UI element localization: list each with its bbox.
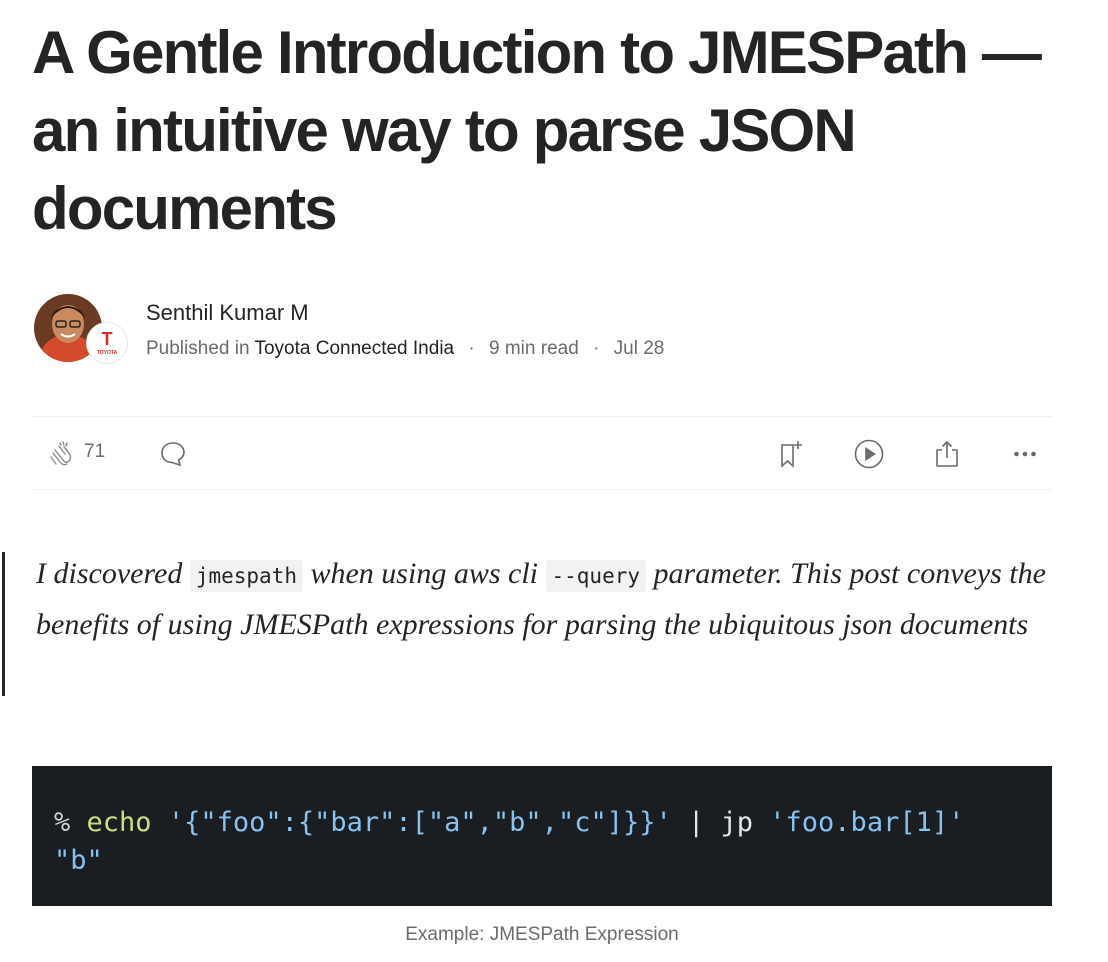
listen-play-icon[interactable] [852, 437, 886, 471]
clap-icon[interactable] [44, 437, 78, 471]
quote-text: I discovered jmespath when using aws cli… [36, 550, 1056, 649]
quote-text-segment: when using aws cli [302, 557, 546, 590]
publication-logo[interactable]: T TOYOTA [86, 322, 128, 364]
code-query-argument: 'foo.bar[1]' [769, 807, 965, 838]
author-name[interactable]: Senthil Kumar M [146, 300, 309, 326]
meta-separator: · [593, 338, 600, 359]
figure-caption: Example: JMESPath Expression [405, 924, 679, 945]
code-line-output: "b" [54, 842, 103, 880]
article-action-bar: 71 [32, 416, 1052, 490]
code-json-argument: '{"foo":{"bar":["a","b","c"]}}' [167, 807, 672, 838]
inline-code-jmespath: jmespath [189, 560, 303, 592]
share-icon[interactable] [930, 437, 964, 471]
publication-logo-text: TOYOTA [97, 350, 118, 356]
pull-quote: I discovered jmespath when using aws cli… [0, 552, 1060, 696]
author-byline: T TOYOTA Senthil Kumar M Published in To… [34, 294, 734, 364]
meta-separator: · [468, 338, 475, 359]
code-pipe: | jp [671, 807, 770, 838]
publication-logo-letter: T [102, 329, 113, 349]
read-time: 9 min read [489, 338, 579, 359]
clap-count: 71 [84, 441, 106, 462]
code-line-command: % echo '{"foo":{"bar":["a","b","c"]}}' |… [54, 804, 964, 842]
code-command: echo [86, 807, 152, 838]
code-output: "b" [54, 845, 103, 876]
code-prompt: % [54, 807, 87, 838]
comment-icon[interactable] [156, 437, 190, 471]
quote-bar [2, 552, 5, 696]
more-options-icon[interactable] [1008, 437, 1042, 471]
publication-link[interactable]: Toyota Connected India [254, 338, 454, 359]
inline-code-query: --query [545, 560, 647, 592]
published-in-label: Published in [146, 338, 250, 359]
bookmark-add-icon[interactable] [774, 437, 808, 471]
quote-text-segment: I discovered [36, 557, 190, 590]
publish-date: Jul 28 [613, 338, 665, 359]
article-title: A Gentle Introduction to JMESPath — an i… [32, 19, 1042, 242]
code-block: % echo '{"foo":{"bar":["a","b","c"]}}' |… [32, 766, 1052, 906]
article-meta: Published in Toyota Connected India · 9 … [146, 338, 664, 360]
